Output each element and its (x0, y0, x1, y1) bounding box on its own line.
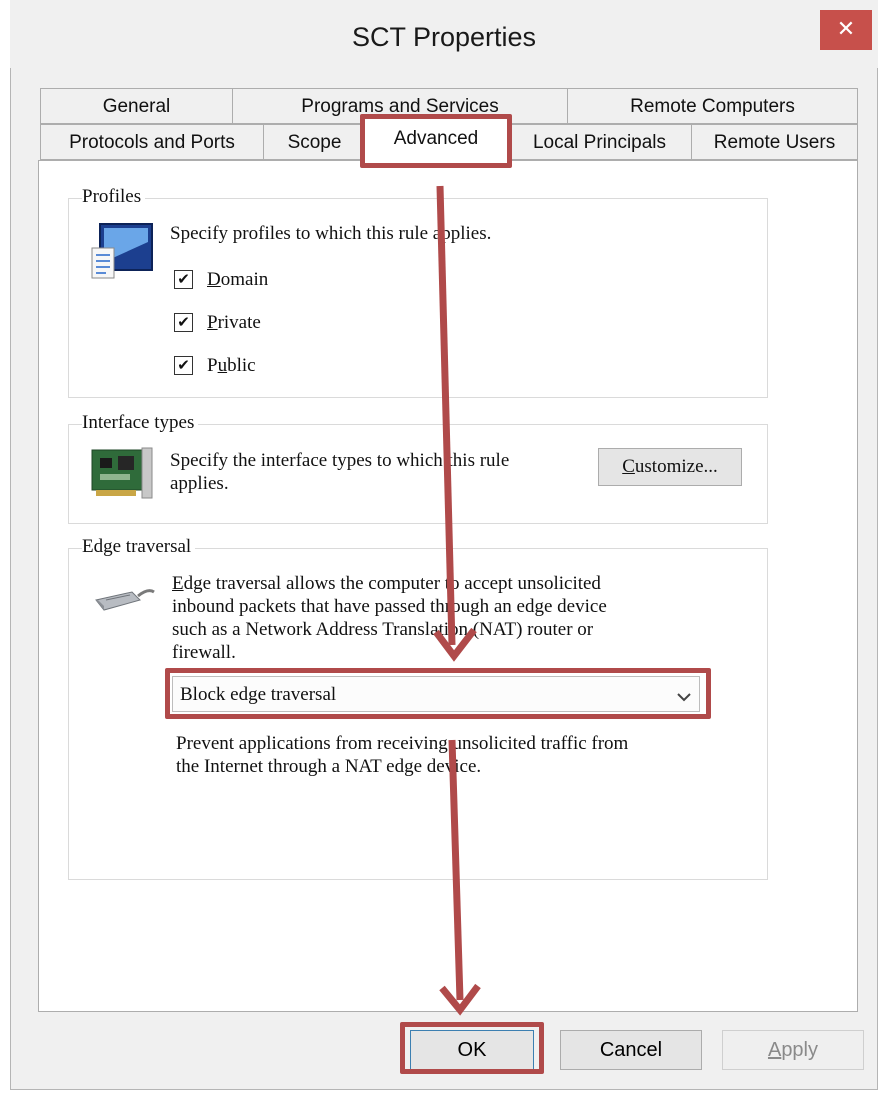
arrow-to-dropdown (436, 185, 456, 646)
annotation-arrows (433, 185, 481, 1016)
arrow-to-ok (448, 739, 464, 1001)
